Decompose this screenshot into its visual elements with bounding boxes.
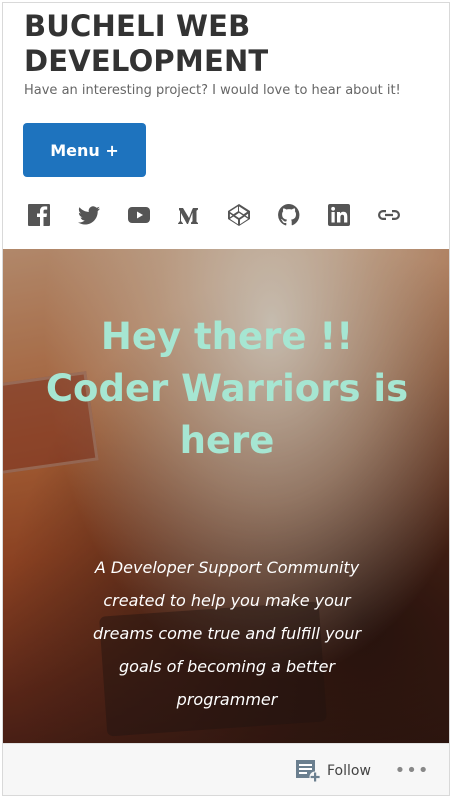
- menu-button[interactable]: Menu +: [23, 123, 146, 177]
- youtube-icon[interactable]: [125, 201, 153, 229]
- facebook-icon[interactable]: [25, 201, 53, 229]
- github-icon[interactable]: [275, 201, 303, 229]
- hero-description: A Developer Support Community created to…: [92, 558, 362, 709]
- linkedin-icon[interactable]: [325, 201, 353, 229]
- follow-button[interactable]: Follow: [295, 759, 371, 783]
- follow-icon: [296, 760, 321, 783]
- hero-banner: Hey there !! Coder Warriors is here A De…: [3, 249, 449, 743]
- site-tagline: Have an interesting project? I would lov…: [24, 83, 401, 98]
- hero-heading: Hey there !! Coder Warriors is here: [45, 315, 409, 462]
- twitter-icon[interactable]: [75, 201, 103, 229]
- social-links: [25, 201, 425, 229]
- more-options-button[interactable]: •••: [395, 756, 429, 784]
- link-icon[interactable]: [375, 201, 403, 229]
- page-frame: BUCHELI WEB DEVELOPMENT Have an interest…: [2, 2, 450, 796]
- site-title[interactable]: BUCHELI WEB DEVELOPMENT: [24, 9, 444, 79]
- medium-icon[interactable]: [175, 201, 203, 229]
- codepen-icon[interactable]: [225, 201, 253, 229]
- follow-bar: Follow •••: [3, 743, 449, 795]
- follow-label: Follow: [327, 763, 371, 779]
